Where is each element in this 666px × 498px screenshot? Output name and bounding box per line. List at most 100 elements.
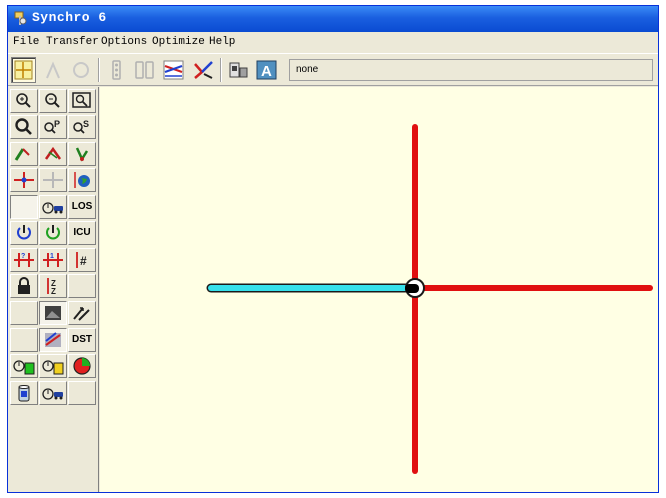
dst-button[interactable]: DST [68,328,96,352]
svg-text:#: # [80,254,87,268]
empty-tool-slot [10,328,38,352]
lanes-button[interactable] [41,57,66,83]
svg-text:P: P [54,119,60,129]
node-marker [405,284,419,293]
select-mode-button[interactable] [10,195,38,219]
zoom-all-icon [15,118,32,135]
zone-button[interactable]: ZZ [39,274,67,298]
power-icon [46,225,60,240]
car-clock-icon [42,388,63,400]
node-settings-icon [14,172,34,188]
analysis-icon: A [256,60,277,80]
coordination-button[interactable]: 1 [39,248,67,272]
bend-link-button[interactable] [39,168,67,192]
zoom-all-button[interactable] [10,115,38,139]
map-view-icon [14,60,33,80]
network-map-canvas[interactable] [100,87,658,492]
menu-transfer[interactable]: Transfer [46,36,99,48]
window-title: Synchro 6 [32,10,107,25]
coordination-icon: 1 [43,253,63,267]
menu-bar: File Transfer Options Optimize Help [8,33,658,52]
zoom-in-button[interactable] [10,89,38,113]
move-node-button[interactable] [68,142,96,166]
icu-button[interactable]: ICU [68,221,96,245]
zone-icon: ZZ [47,278,56,296]
pie-chart-icon [73,357,91,375]
bend-link-icon [43,172,63,188]
svg-text:?: ? [21,253,25,260]
detector-button[interactable] [191,57,216,83]
move-node-icon [75,147,89,162]
vehicle-delay-button[interactable] [39,195,67,219]
los-label: LOS [71,201,93,212]
background-map-button[interactable] [68,168,96,192]
svg-text:S: S [83,119,89,129]
node-settings-button[interactable] [10,168,38,192]
zoom-out-button[interactable] [39,89,67,113]
vehicle-timing-button[interactable] [39,381,67,405]
show-data-icon [45,332,61,347]
zoom-scale-icon: S [73,119,89,134]
globe-icon [74,172,90,188]
report-button[interactable] [226,57,251,83]
volumes-icon [73,62,89,78]
node-number-button[interactable]: # [68,248,96,272]
zoom-window-icon [72,92,91,108]
show-data-button[interactable] [39,328,67,352]
split-pie-button[interactable] [68,354,96,378]
power-green-button[interactable] [39,221,67,245]
empty-tool-slot [10,301,38,325]
empty-tool-slot [68,274,96,298]
car-clock-icon [42,202,63,214]
lock-icon [18,277,30,294]
menu-file[interactable]: File [13,36,39,48]
zoom-window-button[interactable] [68,89,96,113]
timing-button[interactable] [104,57,129,83]
phasing-icon [135,61,154,79]
signal-timing-button[interactable]: ? [10,248,38,272]
network-drawing [206,124,653,474]
synchro-app-icon [14,11,27,25]
analysis-button[interactable]: A [254,57,279,83]
toolbar-separator [98,58,100,82]
menu-options[interactable]: Options [101,36,147,48]
app-window: Synchro 6 File Transfer Options Optimize… [7,5,659,493]
lock-timings-button[interactable] [10,274,38,298]
timing-icon [112,60,121,80]
database-button[interactable] [10,381,38,405]
add-link-icon [14,148,30,161]
add-link-button[interactable] [10,142,38,166]
simulation-button[interactable] [161,57,186,83]
background-image-icon [45,306,61,320]
menu-help[interactable]: Help [209,36,235,48]
zoom-out-icon [45,93,60,108]
transform-button[interactable] [68,301,96,325]
clock-green-icon [13,360,35,375]
phasing-button[interactable] [132,57,157,83]
lanes-icon [46,61,60,79]
toolbar-separator [220,58,222,82]
dst-label: DST [72,334,92,345]
power-blue-button[interactable] [10,221,38,245]
background-image-button[interactable] [39,301,67,325]
yellow-phase-button[interactable] [39,354,67,378]
svg-text:A: A [261,63,272,80]
signal-timing-icon: ? [14,253,34,267]
delete-link-button[interactable] [39,142,67,166]
zoom-scale-button[interactable]: S [68,115,96,139]
title-bar[interactable]: Synchro 6 [8,6,658,32]
menu-optimize[interactable]: Optimize [152,36,205,48]
green-phase-button[interactable] [10,354,38,378]
svg-text:Z: Z [51,287,56,296]
left-tool-panel: P S LOS ICU ? 1 # Z Z DST [8,87,99,492]
empty-tool-slot [68,381,96,405]
volumes-button[interactable] [69,57,94,83]
selection-status-field: none [289,59,653,81]
map-view-button[interactable] [11,57,36,83]
zoom-previous-button[interactable]: P [39,115,67,139]
detector-icon [194,61,213,79]
svg-text:1: 1 [50,253,54,260]
los-button[interactable]: LOS [68,195,96,219]
zoom-previous-icon: P [44,119,60,134]
main-toolbar: A none [8,53,658,86]
